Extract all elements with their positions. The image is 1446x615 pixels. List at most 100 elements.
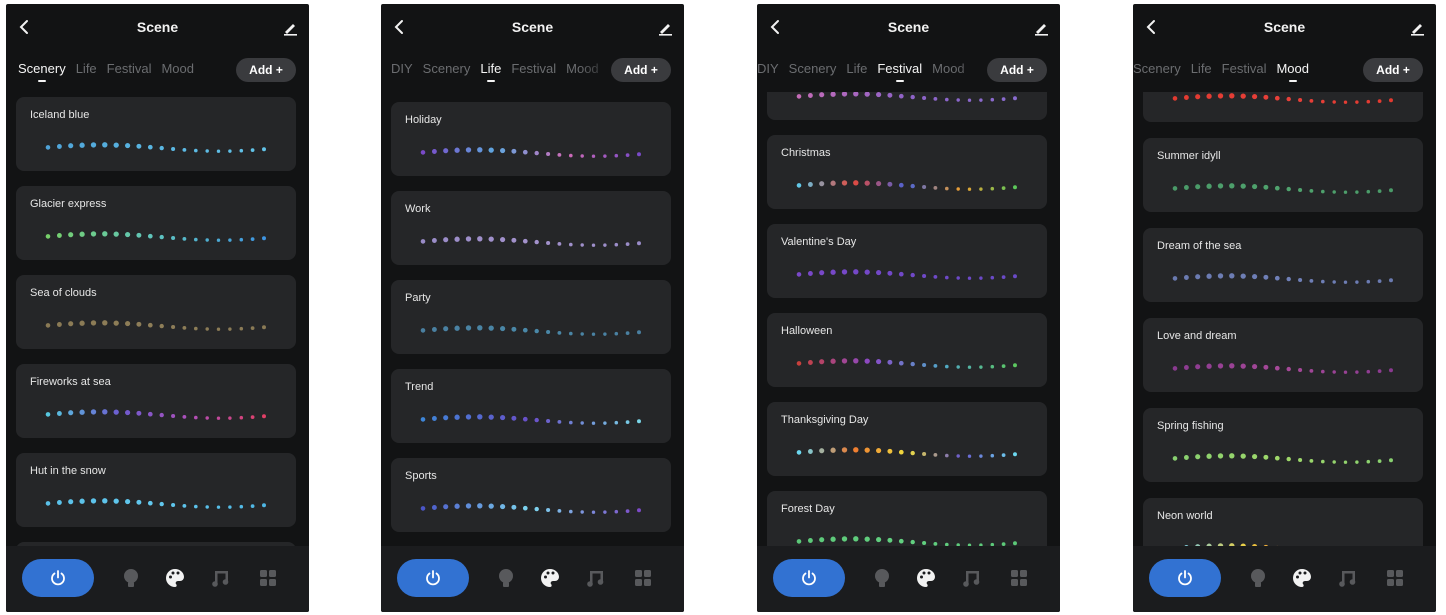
palette-icon[interactable] bbox=[915, 567, 937, 589]
add-scene-button[interactable]: Add + bbox=[987, 58, 1047, 82]
tab-life[interactable]: Life bbox=[76, 61, 97, 76]
tab-scenery[interactable]: Scenery bbox=[423, 61, 471, 76]
color-dot bbox=[205, 149, 209, 153]
scene-card[interactable]: Sports bbox=[391, 458, 671, 532]
music-icon[interactable] bbox=[961, 567, 983, 589]
scene-card[interactable]: Valentine's Day bbox=[767, 224, 1047, 298]
scene-card[interactable] bbox=[767, 92, 1047, 120]
scene-list[interactable]: Iceland blue Glacier express Sea of clouds… bbox=[6, 92, 309, 546]
scene-card[interactable]: Thanksgiving Day bbox=[767, 402, 1047, 476]
tab-festival[interactable]: Festival bbox=[1222, 61, 1267, 76]
tab-festival[interactable]: Festival bbox=[511, 61, 556, 76]
grid-menu-icon[interactable] bbox=[1008, 567, 1030, 589]
edit-pencil-icon[interactable] bbox=[1408, 18, 1426, 36]
scene-card[interactable]: Holiday bbox=[391, 102, 671, 176]
scene-list[interactable]: Christmas Valentine's Day Halloween Thanksg… bbox=[757, 92, 1060, 546]
tab-mood[interactable]: Mood bbox=[1276, 61, 1309, 82]
tab-strip[interactable]: Scenery Life Festival Mood bbox=[1133, 60, 1366, 88]
palette-icon[interactable] bbox=[164, 567, 186, 589]
tab-life[interactable]: Life bbox=[1191, 61, 1212, 76]
color-dot bbox=[1321, 459, 1325, 464]
top-bar: Scene bbox=[757, 4, 1060, 52]
music-icon[interactable] bbox=[1337, 567, 1359, 589]
grid-menu-icon[interactable] bbox=[632, 567, 654, 589]
scene-list[interactable]: Summer idyll Dream of the sea Love and dre… bbox=[1133, 92, 1436, 546]
tab-diy[interactable]: DIY bbox=[757, 61, 779, 76]
edit-pencil-icon[interactable] bbox=[656, 18, 674, 36]
scene-card[interactable]: Forest Day bbox=[767, 491, 1047, 546]
tab-scenery[interactable]: Scenery bbox=[1133, 61, 1181, 76]
scene-card[interactable]: Work bbox=[391, 191, 671, 265]
scene-card[interactable]: Fireworks at sea bbox=[16, 364, 296, 438]
color-dot bbox=[864, 358, 870, 364]
tab-festival[interactable]: Festival bbox=[877, 61, 922, 82]
power-button[interactable] bbox=[773, 559, 845, 597]
tab-strip[interactable]: Scenery Life Festival Mood bbox=[6, 60, 239, 88]
color-dot-strip bbox=[420, 414, 641, 425]
color-dot bbox=[841, 358, 848, 364]
color-dot bbox=[511, 504, 517, 510]
music-icon[interactable] bbox=[210, 567, 232, 589]
tab-life[interactable]: Life bbox=[846, 61, 867, 76]
color-dot bbox=[1309, 458, 1314, 463]
tab-mood[interactable]: Mood bbox=[161, 61, 194, 76]
add-scene-button[interactable]: Add + bbox=[1363, 58, 1423, 82]
color-dot bbox=[625, 420, 630, 424]
tab-mood[interactable]: Mood bbox=[932, 61, 965, 76]
tab-mood[interactable]: Mood bbox=[566, 61, 599, 76]
bulb-icon[interactable] bbox=[120, 567, 142, 589]
scene-card[interactable]: Summer idyll bbox=[1143, 138, 1423, 212]
color-dot bbox=[194, 148, 198, 153]
scene-card[interactable]: Spring fishing bbox=[1143, 408, 1423, 482]
scene-card[interactable]: Party bbox=[391, 280, 671, 354]
scene-card[interactable]: Dream of the sea bbox=[1143, 228, 1423, 302]
tab-scenery[interactable]: Scenery bbox=[789, 61, 837, 76]
grid-menu-icon[interactable] bbox=[257, 567, 279, 589]
color-dot bbox=[68, 143, 74, 149]
add-scene-button[interactable]: Add + bbox=[236, 58, 296, 82]
edit-pencil-icon[interactable] bbox=[1032, 18, 1050, 36]
color-dot bbox=[1286, 186, 1291, 192]
scene-card[interactable]: Trend bbox=[391, 369, 671, 443]
tab-strip[interactable]: DIY Scenery Life Festival Mood bbox=[381, 60, 614, 88]
color-dot bbox=[1321, 189, 1325, 194]
power-button[interactable] bbox=[397, 559, 469, 597]
power-button[interactable] bbox=[22, 559, 94, 597]
color-dot bbox=[159, 412, 164, 418]
bulb-icon[interactable] bbox=[871, 567, 893, 589]
color-dot bbox=[216, 327, 221, 331]
grid-menu-icon[interactable] bbox=[1384, 567, 1406, 589]
edit-pencil-icon[interactable] bbox=[281, 18, 299, 36]
palette-icon[interactable] bbox=[539, 567, 561, 589]
scene-card[interactable]: Halloween bbox=[767, 313, 1047, 387]
color-dot bbox=[431, 505, 437, 510]
color-dot-strip bbox=[1172, 273, 1393, 284]
bulb-icon[interactable] bbox=[1247, 567, 1269, 589]
color-dot bbox=[1355, 460, 1359, 464]
scene-card[interactable] bbox=[1143, 92, 1423, 122]
tab-scenery[interactable]: Scenery bbox=[18, 61, 66, 82]
palette-icon[interactable] bbox=[1291, 567, 1313, 589]
tab-life[interactable]: Life bbox=[480, 61, 501, 82]
color-dot-strip bbox=[1184, 543, 1279, 546]
color-dot bbox=[102, 498, 108, 504]
scene-card[interactable]: Hut in the snow bbox=[16, 453, 296, 527]
scene-list[interactable]: Holiday Work Party Trend Sports bbox=[381, 92, 684, 546]
tab-festival[interactable]: Festival bbox=[107, 61, 152, 76]
scene-card[interactable]: Neon world bbox=[1143, 498, 1423, 546]
color-dot bbox=[500, 237, 506, 243]
tab-diy[interactable]: DIY bbox=[391, 61, 413, 76]
bulb-icon[interactable] bbox=[495, 567, 517, 589]
power-button[interactable] bbox=[1149, 559, 1221, 597]
music-icon[interactable] bbox=[585, 567, 607, 589]
color-dot bbox=[603, 421, 607, 425]
add-scene-button[interactable]: Add + bbox=[611, 58, 671, 82]
scene-card[interactable]: Iceland blue bbox=[16, 97, 296, 171]
color-dot bbox=[1195, 184, 1201, 190]
scene-card[interactable]: Love and dream bbox=[1143, 318, 1423, 392]
scene-card[interactable]: Christmas bbox=[767, 135, 1047, 209]
scene-card[interactable]: Sea of clouds bbox=[16, 275, 296, 349]
power-icon bbox=[51, 570, 65, 586]
scene-card[interactable]: Glacier express bbox=[16, 186, 296, 260]
tab-strip[interactable]: DIY Scenery Life Festival Mood bbox=[757, 60, 990, 88]
